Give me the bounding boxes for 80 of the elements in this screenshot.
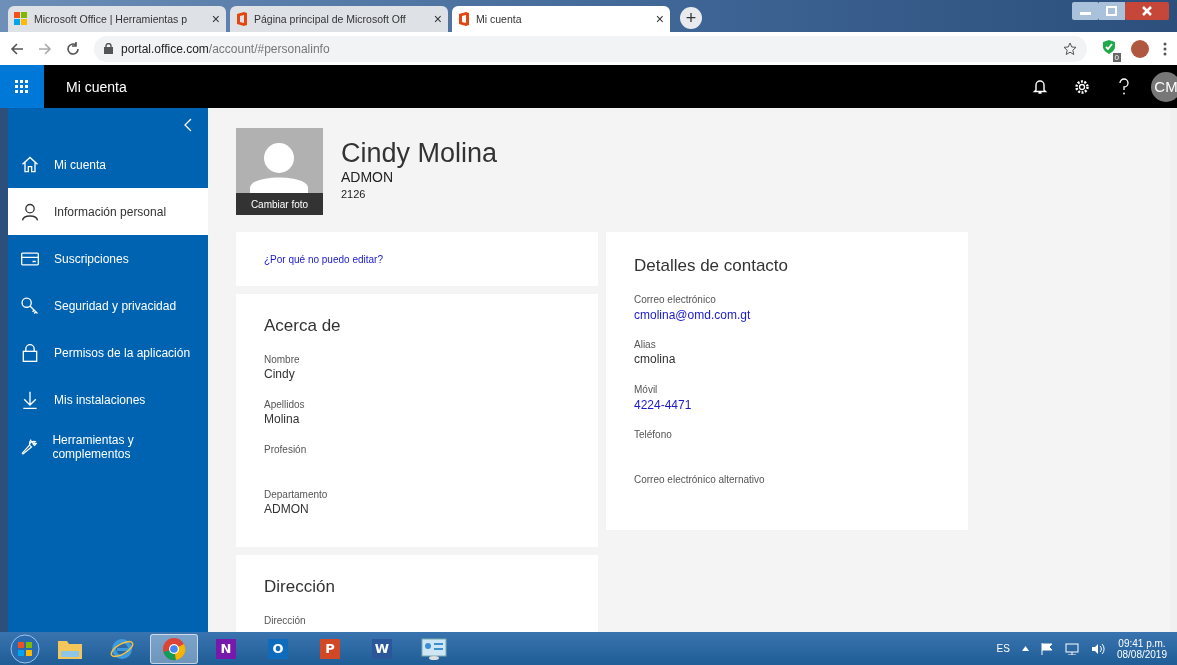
field-value: ADMON bbox=[264, 502, 310, 516]
app-letter-icon: W bbox=[372, 638, 392, 659]
card-title: Detalles de contacto bbox=[634, 256, 790, 276]
app-title: Mi cuenta bbox=[66, 78, 128, 95]
chrome-icon bbox=[162, 636, 186, 661]
field-label: Teléfono bbox=[634, 429, 673, 440]
field-label: Correo electrónico alternativo bbox=[634, 474, 766, 485]
close-icon[interactable]: × bbox=[655, 11, 664, 27]
office-logo-icon bbox=[236, 12, 248, 26]
profile-avatar-icon[interactable] bbox=[1131, 39, 1149, 58]
profile-extension: 2126 bbox=[341, 188, 367, 200]
person-icon[interactable] bbox=[20, 201, 40, 222]
taskbar-button[interactable] bbox=[150, 633, 198, 664]
field-label: Dirección bbox=[264, 615, 307, 626]
url-text: portal.office.com/account/#personalinfo bbox=[121, 41, 330, 56]
field-label: Móvil bbox=[634, 384, 659, 395]
sidebar-item[interactable]: Información personal bbox=[8, 188, 208, 235]
start-button[interactable] bbox=[8, 633, 42, 664]
app-launcher-button[interactable] bbox=[0, 65, 44, 108]
lock-icon[interactable] bbox=[20, 342, 40, 363]
speaker-icon[interactable] bbox=[1090, 642, 1105, 655]
browser-tab[interactable]: Mi cuenta × bbox=[452, 6, 670, 32]
field-link[interactable]: 4224-4471 bbox=[634, 398, 692, 412]
field-value: Molina bbox=[264, 412, 301, 426]
field-value: cmolina bbox=[634, 352, 677, 366]
card-title: Dirección bbox=[264, 577, 336, 597]
close-icon[interactable]: × bbox=[433, 11, 442, 27]
field-value: Cindy bbox=[264, 367, 296, 381]
field-label: Nombre bbox=[264, 354, 301, 365]
field-label: Correo electrónico bbox=[634, 294, 717, 305]
card-title: Acerca de bbox=[264, 316, 342, 336]
field-label: Apellidos bbox=[264, 399, 306, 410]
field-label: Alias bbox=[634, 339, 657, 350]
lock-icon bbox=[104, 43, 113, 54]
app-letter-icon: O bbox=[268, 638, 288, 659]
field-label: Profesión bbox=[264, 444, 308, 455]
taskbar-button[interactable]: O bbox=[254, 633, 302, 664]
app-grid-icon[interactable] bbox=[15, 79, 29, 94]
close-window-icon[interactable] bbox=[1125, 2, 1169, 20]
scrollbar[interactable] bbox=[1170, 108, 1177, 632]
sidebar-item[interactable]: Herramientas y complementos bbox=[8, 423, 208, 470]
app-letter-icon: P bbox=[320, 638, 340, 659]
more-icon[interactable] bbox=[1163, 41, 1167, 56]
network-icon[interactable] bbox=[1064, 642, 1079, 655]
home-icon[interactable] bbox=[20, 154, 40, 175]
address-bar[interactable]: portal.office.com/account/#personalinfo bbox=[94, 35, 1087, 62]
control-panel-icon bbox=[421, 637, 447, 660]
caret-up-icon[interactable] bbox=[1021, 646, 1029, 651]
field-link[interactable]: cmolina@omd.com.gt bbox=[634, 308, 751, 322]
download-icon[interactable] bbox=[20, 389, 40, 410]
browser-tab[interactable]: Página principal de Microsoft Off × bbox=[230, 6, 448, 32]
star-icon[interactable] bbox=[1063, 41, 1077, 56]
browser-e-icon bbox=[110, 636, 134, 661]
field-label: Departamento bbox=[264, 489, 329, 500]
change-photo-button[interactable]: Cambiar foto bbox=[236, 193, 323, 215]
reload-icon[interactable] bbox=[66, 41, 80, 56]
new-tab-button[interactable]: + bbox=[680, 7, 702, 29]
clock[interactable]: 09:41 p.m. 08/08/2019 bbox=[1116, 637, 1167, 660]
profile-department: ADMON bbox=[341, 169, 395, 185]
windows-logo-icon bbox=[14, 12, 28, 26]
sidebar-item[interactable]: Permisos de la aplicación bbox=[8, 329, 208, 376]
user-avatar[interactable]: CM bbox=[1151, 71, 1177, 102]
sidebar-item[interactable]: Seguridad y privacidad bbox=[8, 282, 208, 329]
sidebar-item[interactable]: Mis instalaciones bbox=[8, 376, 208, 423]
language-indicator[interactable]: ES bbox=[996, 643, 1010, 654]
taskbar-button[interactable]: W bbox=[358, 633, 406, 664]
edit-help-link[interactable]: ¿Por qué no puedo editar? bbox=[264, 253, 383, 265]
key-icon[interactable] bbox=[20, 295, 40, 316]
profile-name: Cindy Molina bbox=[341, 138, 498, 169]
browser-tab[interactable]: Microsoft Office | Herramientas p × bbox=[8, 6, 226, 32]
wrench-icon[interactable] bbox=[20, 436, 39, 457]
taskbar-button[interactable]: N bbox=[202, 633, 250, 664]
sidebar-item[interactable]: Suscripciones bbox=[8, 235, 208, 282]
taskbar-button[interactable]: P bbox=[306, 633, 354, 664]
flag-icon[interactable] bbox=[1040, 642, 1053, 655]
back-icon[interactable] bbox=[10, 41, 24, 56]
office-logo-icon bbox=[458, 12, 470, 26]
app-letter-icon: N bbox=[216, 638, 236, 659]
sidebar-item[interactable]: Mi cuenta bbox=[8, 141, 208, 188]
close-icon[interactable]: × bbox=[211, 11, 220, 27]
